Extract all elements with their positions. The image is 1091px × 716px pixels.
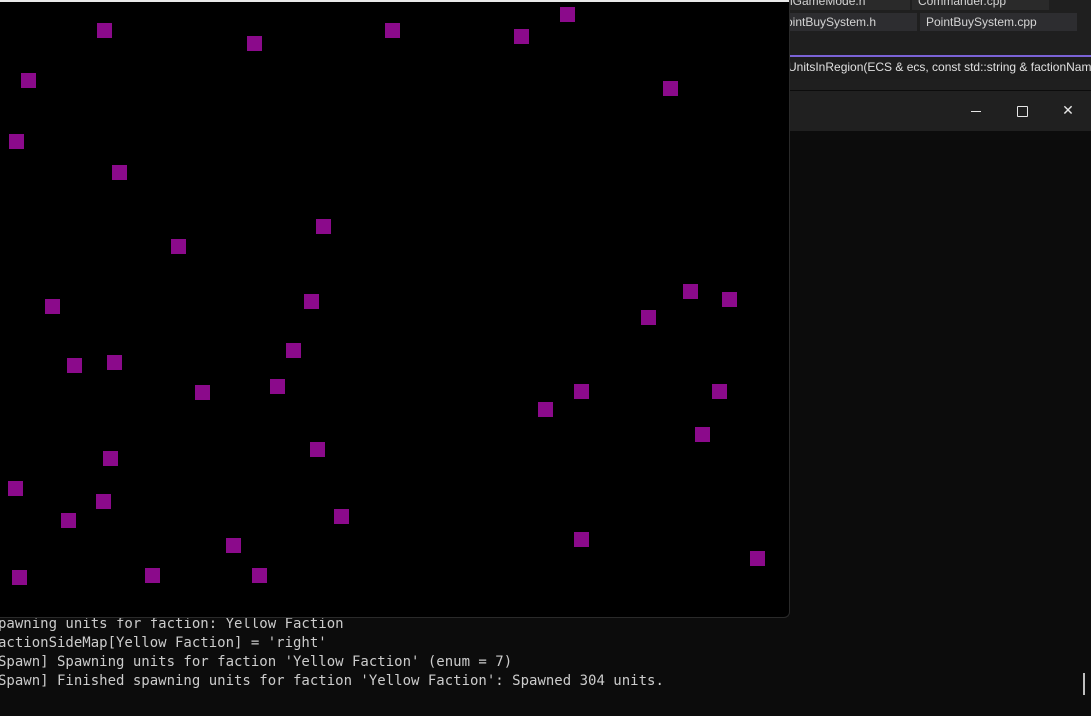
close-button[interactable]: ✕ [1045,91,1091,131]
minimize-icon [971,110,981,112]
unit-marker [8,481,23,496]
unit-marker [145,568,160,583]
function-signature: UnitsInRegion(ECS & ecs, const std::stri… [788,60,1091,74]
unit-marker [574,532,589,547]
unit-marker [750,551,765,566]
close-icon: ✕ [1062,103,1074,119]
unit-marker [286,343,301,358]
maximize-button[interactable] [999,91,1045,131]
unit-marker [695,427,710,442]
unit-marker [12,570,27,585]
unit-marker [67,358,82,373]
unit-marker [641,310,656,325]
unit-marker [514,29,529,44]
unit-marker [226,538,241,553]
unit-marker [9,134,24,149]
unit-marker [107,355,122,370]
unit-marker [538,402,553,417]
unit-marker [270,379,285,394]
unit-marker [574,384,589,399]
unit-marker [96,494,111,509]
unit-marker [45,299,60,314]
unit-marker [683,284,698,299]
desktop: nGameMode.h Commander.cpp ointBuySystem.… [0,0,1091,716]
unit-marker [252,568,267,583]
unit-marker [663,81,678,96]
tab-pointbuysystem-h[interactable]: ointBuySystem.h [780,13,917,31]
unit-marker [560,7,575,22]
terminal-line: actionSideMap[Yellow Faction] = 'right' [0,635,327,651]
tab-pointbuysystem-cpp[interactable]: PointBuySystem.cpp [920,13,1077,31]
unit-marker [112,165,127,180]
unit-marker [722,292,737,307]
unit-marker [195,385,210,400]
minimize-button[interactable] [953,91,999,131]
unit-marker [171,239,186,254]
terminal-scrollbar[interactable] [1083,673,1085,695]
unit-marker [385,23,400,38]
unit-marker [334,509,349,524]
game-window[interactable] [0,0,790,618]
unit-marker [304,294,319,309]
unit-marker [712,384,727,399]
unit-marker [316,219,331,234]
terminal-line: Spawn] Spawning units for faction 'Yello… [0,654,513,670]
tab-gamemode-h[interactable]: nGameMode.h [780,0,910,10]
unit-marker [61,513,76,528]
unit-marker [103,451,118,466]
tab-commander-cpp[interactable]: Commander.cpp [912,0,1049,10]
unit-marker [21,73,36,88]
unit-marker [97,23,112,38]
window-border [0,0,789,2]
terminal-line: Spawn] Finished spawning units for facti… [0,673,664,689]
maximize-icon [1016,105,1028,117]
unit-marker [310,442,325,457]
unit-marker [247,36,262,51]
